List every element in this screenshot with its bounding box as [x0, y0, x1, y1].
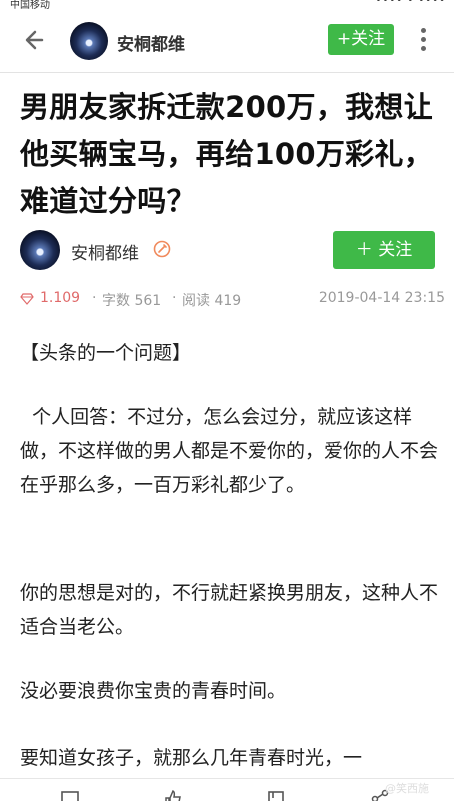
article-paragraph: 【头条的一个问题】: [20, 336, 440, 370]
score-value: 1.109: [40, 290, 80, 306]
meta-separator: ·: [172, 290, 176, 306]
more-vertical-icon[interactable]: [417, 28, 429, 54]
article-paragraph: 个人回答：不过分，怎么会过分，就应该这样做，不这样做的男人都是不爱你的，爱你的人…: [20, 400, 440, 502]
status-indicators: •••• • ••••: [376, 0, 446, 6]
header-avatar[interactable]: [70, 22, 108, 60]
read-count: 阅读 419: [182, 290, 241, 310]
top-bar: 安桐都维 +关注: [0, 10, 454, 73]
like-icon[interactable]: [163, 789, 183, 801]
verified-badge-icon: [153, 240, 171, 258]
author-avatar[interactable]: [20, 230, 60, 270]
publish-date: 2019-04-14 23:15: [319, 290, 445, 306]
author-name[interactable]: 安桐都维: [71, 239, 139, 264]
bookmark-icon[interactable]: [266, 789, 286, 801]
status-bar: 中国移动 •••• • ••••: [0, 0, 454, 10]
follow-button[interactable]: ＋ 关注: [333, 231, 435, 269]
gem-icon: [20, 292, 34, 306]
word-count: 字数 561: [102, 290, 161, 310]
back-arrow-icon[interactable]: [20, 24, 52, 56]
carrier-label: 中国移动: [10, 0, 50, 10]
watermark: @笑西施: [385, 780, 429, 796]
article-paragraph: 没必要浪费你宝贵的青春时间。: [20, 674, 440, 708]
article-paragraph: 要知道女孩子，就那么几年青春时光，一: [20, 741, 440, 775]
header-author-name[interactable]: 安桐都维: [117, 30, 185, 55]
article-title: 男朋友家拆迁款200万，我想让他买辆宝马，再给100万彩礼，难道过分吗？: [20, 84, 440, 225]
comment-icon[interactable]: [60, 789, 80, 801]
meta-separator: ·: [92, 290, 96, 306]
article-meta: 1.109 · 字数 561 · 阅读 419 2019-04-14 23:15: [20, 290, 440, 308]
article-paragraph: 你的思想是对的，不行就赶紧换男朋友，这种人不适合当老公。: [20, 576, 440, 644]
header-follow-button[interactable]: +关注: [328, 24, 394, 55]
